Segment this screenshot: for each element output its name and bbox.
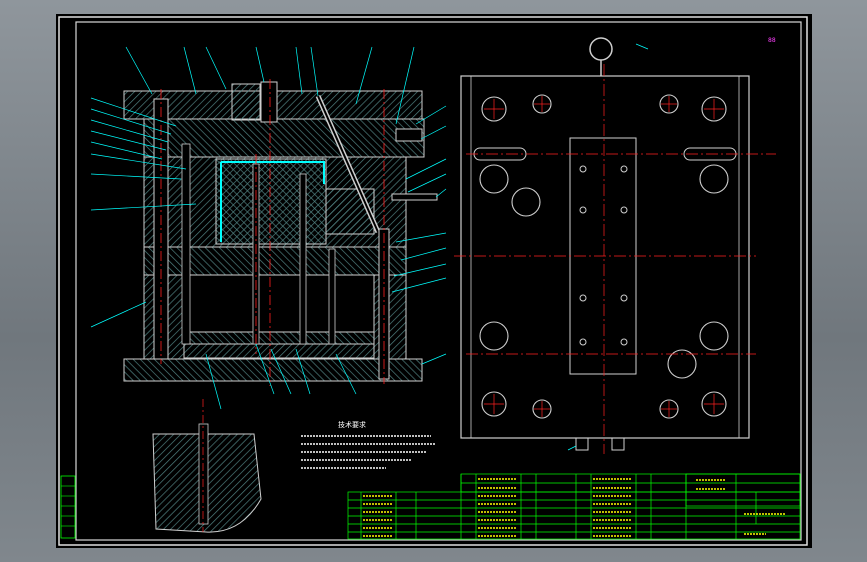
title-block-text [363,478,786,537]
cad-drawing-viewport[interactable]: 技术要求 88 [56,14,812,548]
mold-assembly-drawing: 技术要求 88 [58,16,808,546]
section-view [123,79,438,386]
revision-strip [60,475,76,539]
corner-mark: 88 [768,37,776,44]
title-block [347,473,801,540]
detail-view [152,399,262,533]
technical-notes: 技术要求 [301,420,436,469]
notes-heading: 技术要求 [338,420,366,429]
plan-view [454,37,776,454]
